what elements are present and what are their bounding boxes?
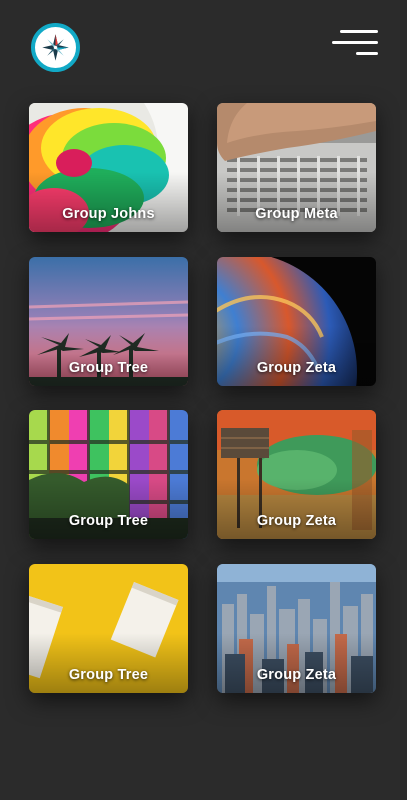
hamburger-menu-icon[interactable] xyxy=(332,27,378,59)
compass-logo-icon[interactable] xyxy=(31,23,80,72)
label-shade xyxy=(217,172,376,232)
group-card[interactable]: Group Tree xyxy=(29,564,188,693)
label-shade xyxy=(217,326,376,386)
group-card[interactable]: Group Zeta xyxy=(217,410,376,539)
menu-line xyxy=(340,30,378,33)
group-card[interactable]: Group Tree xyxy=(29,410,188,539)
compass-icon xyxy=(41,33,70,62)
label-shade xyxy=(29,172,188,232)
group-card[interactable]: Group Tree xyxy=(29,257,188,386)
group-label: Group Zeta xyxy=(256,667,337,683)
group-card[interactable]: Group Zeta xyxy=(217,257,376,386)
group-card[interactable]: Group Johns xyxy=(29,103,188,232)
group-label: Group Meta xyxy=(255,206,338,222)
group-label: Group Tree xyxy=(68,360,149,376)
label-shade xyxy=(217,633,376,693)
group-label: Group Zeta xyxy=(256,360,337,376)
group-card[interactable]: Group Zeta xyxy=(217,564,376,693)
group-label: Group Zeta xyxy=(256,513,337,529)
group-label: Group Johns xyxy=(62,206,155,222)
label-shade xyxy=(29,479,188,539)
group-label: Group Tree xyxy=(68,667,149,683)
label-shade xyxy=(29,633,188,693)
group-card[interactable]: Group Meta xyxy=(217,103,376,232)
group-label: Group Tree xyxy=(68,513,149,529)
menu-line xyxy=(332,41,378,44)
label-shade xyxy=(217,479,376,539)
label-shade xyxy=(29,326,188,386)
menu-line xyxy=(356,52,378,55)
